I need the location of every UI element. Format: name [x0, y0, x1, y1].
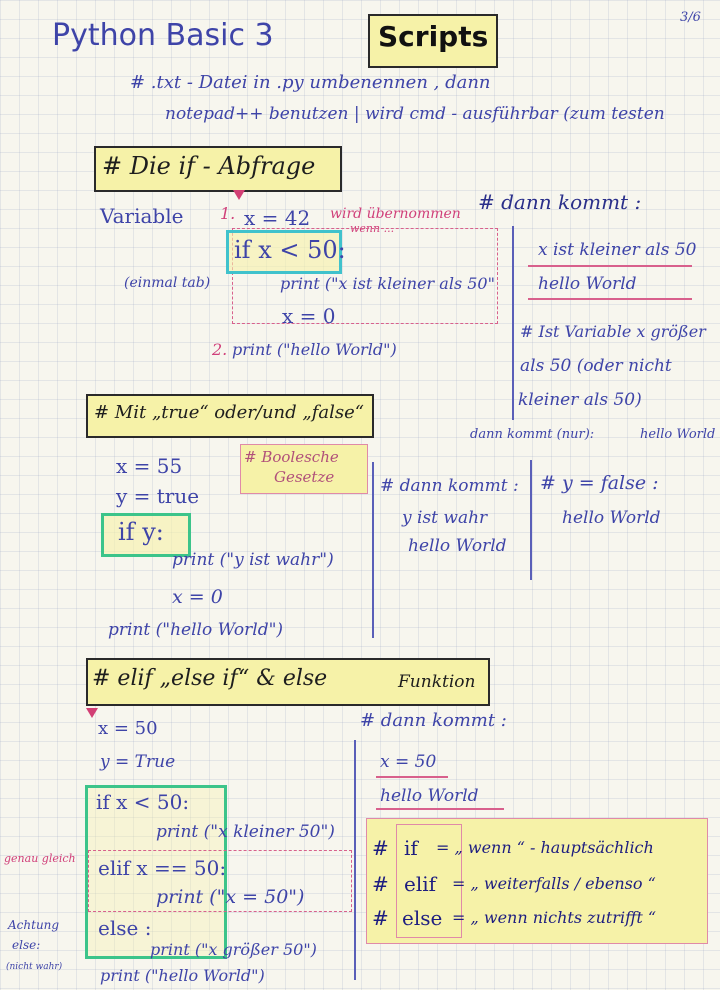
boolean-note-1: # Boolesche: [244, 448, 339, 466]
bool-code-print: print ("y ist wahr"): [172, 550, 334, 570]
elif-code-print2: print ("x = 50"): [156, 886, 305, 908]
elif-code-else: else :: [98, 916, 152, 940]
legend-text-elif: = „ weiterfalls / ebenso “: [452, 874, 656, 893]
page-title: Python Basic 3: [52, 18, 274, 53]
else-note-4: dann kommt (nur):: [470, 427, 595, 442]
bool-code-if: if y:: [118, 518, 164, 546]
header-note-line2: notepad++ benutzen | wird cmd - ausführb…: [165, 104, 665, 124]
elif-code-if: if x < 50:: [96, 790, 190, 814]
divider: [512, 226, 514, 420]
elif-code-y: y = True: [100, 752, 176, 772]
divider: [354, 740, 356, 980]
bool-result-2: hello World: [408, 536, 507, 556]
else-note-3: kleiner als 50): [518, 390, 642, 410]
side-note-equal: genau gleich: [4, 852, 76, 865]
code-print2: print ("hello World"): [232, 340, 397, 359]
page-number: 3/6: [680, 10, 701, 25]
legend-key-if: if: [404, 836, 418, 860]
marker-1: 1.: [220, 204, 236, 223]
section-bool-heading: # Mit „true“ oder/und „false“: [94, 402, 364, 423]
code-assign: x = 42: [244, 206, 311, 230]
result-heading-if: # dann kommt :: [478, 190, 642, 214]
elif-code-print3: print ("x größer 50"): [150, 940, 317, 959]
elif-code-elif: elif x == 50:: [98, 856, 227, 880]
bool-result-1: y ist wahr: [402, 508, 488, 528]
variable-label: Variable: [100, 204, 184, 228]
bool-code-y: y = true: [116, 484, 200, 508]
tab-label: (einmal tab): [124, 275, 211, 291]
boolean-note-2: Gesetze: [274, 468, 335, 486]
elif-result-heading: # dann kommt :: [360, 710, 507, 731]
legend-key-elif: elif: [404, 872, 437, 896]
legend-text-if: = „ wenn “ - hauptsächlich: [436, 838, 654, 857]
hash-icon: #: [372, 906, 389, 930]
code-if: if x < 50:: [234, 236, 346, 264]
section-elif-heading: # elif „else if“ & else: [92, 666, 328, 691]
elif-code-x: x = 50: [98, 718, 158, 739]
arrow-icon: [233, 190, 245, 200]
legend-text-else: = „ wenn nichts zutrifft “: [452, 908, 657, 927]
bool-result-heading: # dann kommt :: [380, 476, 519, 496]
bool-code-print2: print ("hello World"): [108, 620, 284, 640]
hash-icon: #: [372, 872, 389, 896]
section-elif-heading-suffix: Funktion: [398, 672, 476, 692]
else-note-1: # Ist Variable x größer: [520, 322, 706, 341]
bool-code-x0: x = 0: [172, 586, 223, 608]
section-if-heading: # Die if - Abfrage: [102, 152, 316, 180]
elif-code-print1: print ("x kleiner 50"): [156, 822, 335, 842]
elif-result-1: x = 50: [380, 752, 437, 772]
marker-2: 2.: [212, 340, 228, 359]
hash-icon: #: [372, 836, 389, 860]
arrow-icon: [86, 708, 98, 718]
side-note-attention: Achtung: [8, 918, 60, 932]
divider: [372, 462, 374, 638]
bool-code-x: x = 55: [116, 454, 183, 478]
divider: [530, 460, 532, 580]
else-note-2: als 50 (oder nicht: [520, 356, 672, 376]
code-print: print ("x ist kleiner als 50": [280, 274, 495, 293]
bool-false-result: hello World: [562, 508, 661, 528]
elif-result-2: hello World: [380, 786, 479, 806]
scripts-label: Scripts: [378, 20, 489, 53]
side-note-small: (nicht wahr): [6, 962, 63, 972]
header-note-line1: # .txt - Datei in .py umbenennen , dann: [130, 72, 491, 93]
code-x0: x = 0: [282, 304, 336, 328]
legend-key-else: else: [402, 906, 443, 930]
side-note-else: else:: [12, 938, 41, 952]
bool-false-heading: # y = false :: [540, 472, 659, 494]
result-if-2: hello World: [538, 274, 637, 294]
else-note-5: hello World: [640, 427, 716, 442]
note-taken: wird übernommen: [330, 206, 461, 222]
result-if-1: x ist kleiner als 50: [538, 240, 697, 260]
elif-code-print4: print ("hello World"): [100, 966, 265, 985]
